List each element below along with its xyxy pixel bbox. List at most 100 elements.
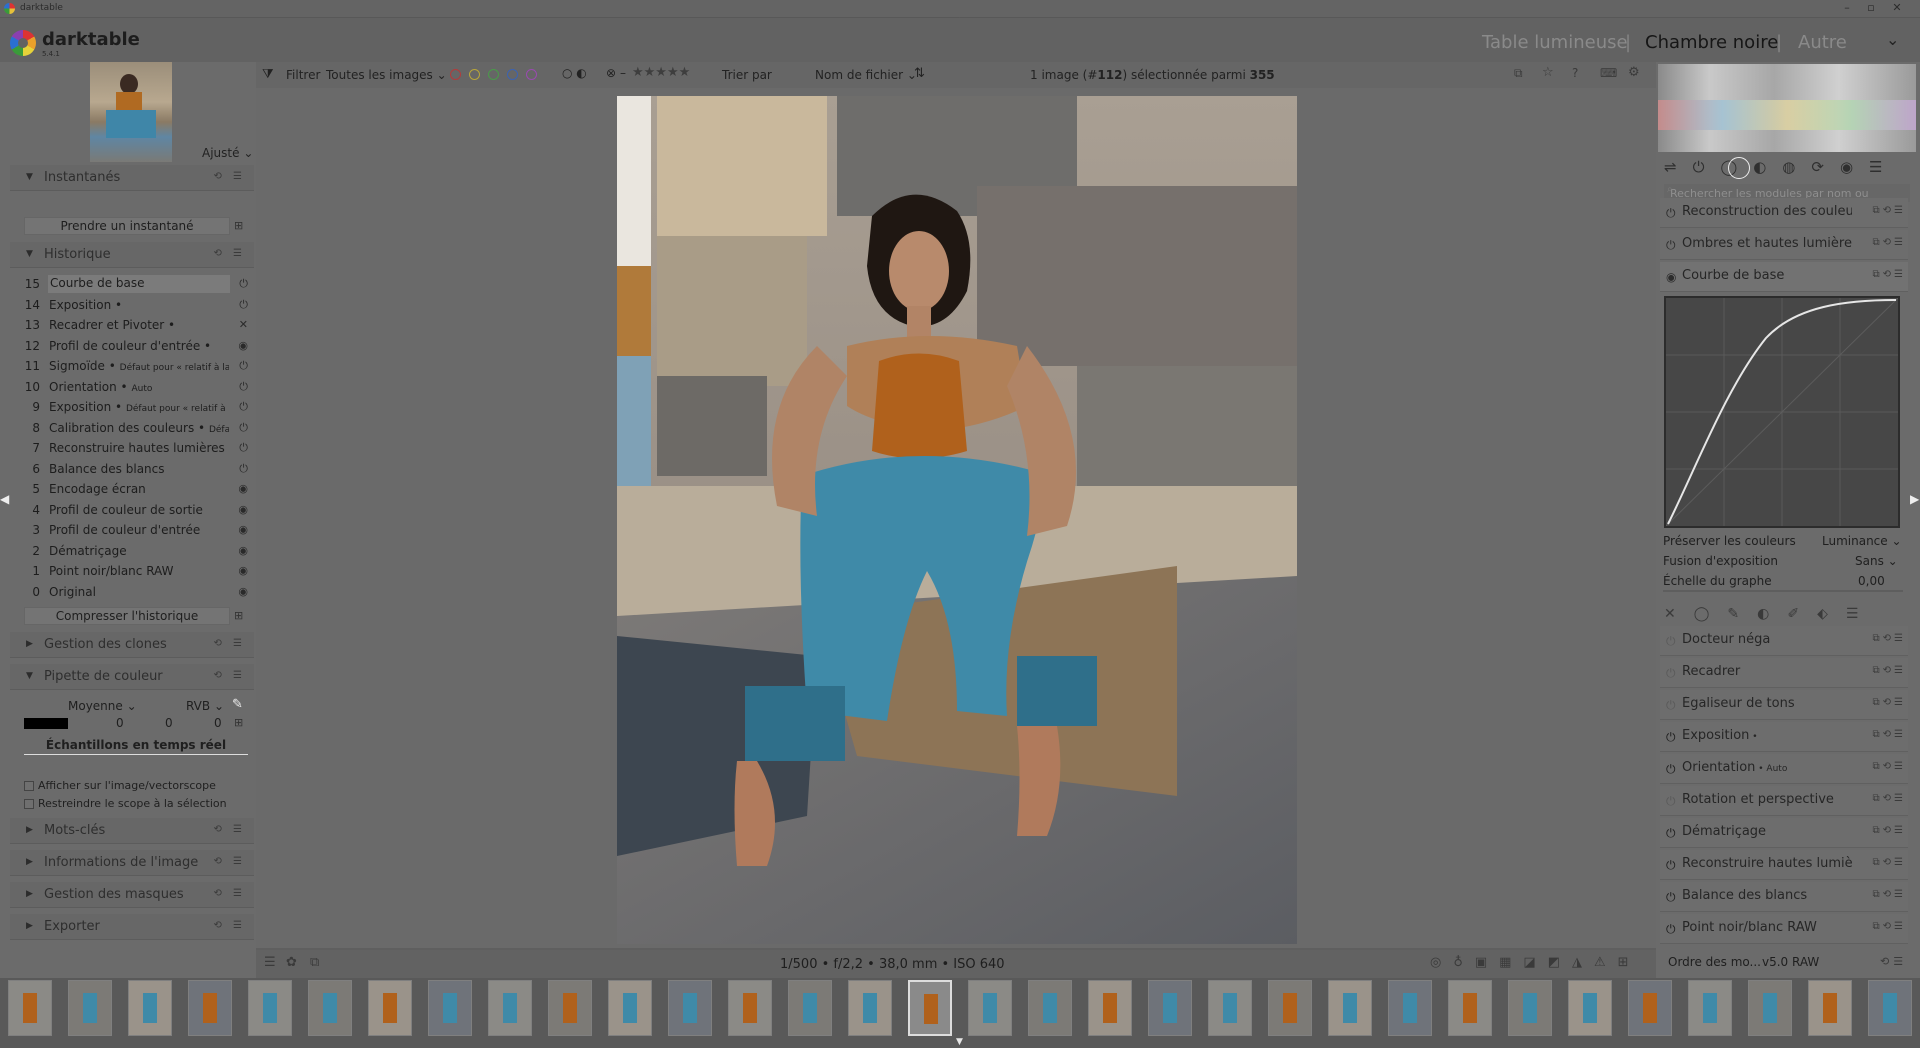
mask-manager-module-header[interactable]: ▶ Gestion des masques ⟲ ☰	[10, 882, 254, 908]
exposure-fusion-select[interactable]: Sans ⌄	[1855, 554, 1898, 568]
filmstrip-thumbnail[interactable]	[968, 980, 1012, 1036]
bottom-panel-toggle-icon[interactable]: ▼	[956, 1037, 963, 1047]
module-actions-icons[interactable]: ⧉⟲☰	[1873, 793, 1906, 804]
filmstrip-thumbnail[interactable]	[188, 980, 232, 1036]
graph-scale-value[interactable]: 0,00	[1858, 574, 1885, 588]
history-item[interactable]: 1 Point noir/blanc RAW ◉	[22, 561, 252, 581]
filmstrip-thumbnail[interactable]	[1268, 980, 1312, 1036]
power-icon[interactable]: ⏻	[1666, 762, 1676, 777]
module-reset-presets-icon[interactable]: ⟲ ☰	[213, 920, 246, 931]
history-item[interactable]: 3 Profil de couleur d'entrée ◉	[22, 520, 252, 540]
history-item[interactable]: 2 Dématriçage ◉	[22, 541, 252, 561]
module-base-curve-header[interactable]: ◉ Courbe de base ⧉⟲☰	[1660, 262, 1908, 292]
module-row[interactable]: ⏻ Égaliseur de tons ⧉⟲☰	[1660, 690, 1908, 720]
quick-access-icon[interactable]: ☰	[264, 955, 276, 970]
filmstrip-thumbnail[interactable]	[128, 980, 172, 1036]
view-tools-icons[interactable]: ◎♁▣▦◪◩◮⚠⊞	[1430, 955, 1641, 970]
filmstrip-thumbnail[interactable]	[428, 980, 472, 1036]
blend-mode-icons[interactable]: ✕◯✎◐✐⬖☰	[1664, 606, 1876, 622]
preferences-gear-icon[interactable]: ⚙	[1628, 65, 1640, 80]
module-actions-icons[interactable]: ⧉⟲☰	[1873, 633, 1906, 644]
module-row[interactable]: ⏻ Docteur néga ⧉⟲☰	[1660, 626, 1908, 656]
history-item[interactable]: 7 Reconstruire hautes lumières ⏻	[22, 438, 252, 458]
power-icon[interactable]: ⏻	[1666, 730, 1676, 745]
image-info-module-header[interactable]: ▶ Informations de l'image ⟲ ☰	[10, 850, 254, 876]
module-row[interactable]: ⏻ Point noir/blanc RAW ⧉⟲☰	[1660, 914, 1908, 944]
module-row[interactable]: ⏻ Exposition • ⧉⟲☰	[1660, 722, 1908, 752]
color-label-filter-icon[interactable]	[450, 69, 461, 80]
module-actions-icons[interactable]: ⧉⟲☰	[1873, 825, 1906, 836]
view-dropdown-icon[interactable]: ⌄	[1886, 30, 1899, 49]
filmstrip-thumbnail[interactable]	[68, 980, 112, 1036]
filmstrip-thumbnail[interactable]	[248, 980, 292, 1036]
history-item[interactable]: 12 Profil de couleur d'entrée • ◉	[22, 336, 252, 356]
module-color-reconstruction[interactable]: ⏻ Reconstruction des couleu... ⧉⟲☰	[1660, 198, 1908, 228]
styles-icon[interactable]: ✿	[286, 955, 297, 970]
filter-select[interactable]: Toutes les images ⌄	[326, 68, 447, 82]
main-image[interactable]	[617, 96, 1297, 944]
power-icon[interactable]: ⏻	[1666, 794, 1676, 809]
module-actions-icons[interactable]: ⧉⟲☰	[1873, 205, 1906, 216]
module-reset-presets-icon[interactable]: ⟲ ☰	[213, 824, 246, 835]
filmstrip-thumbnail[interactable]	[8, 980, 52, 1036]
power-icon[interactable]: ⏻	[1666, 634, 1676, 649]
zoom-selector[interactable]: Ajusté ⌄	[202, 146, 253, 160]
filmstrip-thumbnail[interactable]	[1088, 980, 1132, 1036]
module-actions-icons[interactable]: ⧉⟲☰	[1873, 697, 1906, 708]
history-item[interactable]: 6 Balance des blancs ⏻	[22, 459, 252, 479]
history-item[interactable]: 14 Exposition • ⏻	[22, 295, 252, 315]
module-row[interactable]: ⏻ Reconstruire hautes lumièr... ⧉⟲☰	[1660, 850, 1908, 880]
picker-mode-select[interactable]: Moyenne ⌄	[68, 699, 137, 713]
history-item[interactable]: 9 Exposition • Défaut pour « relatif à la…	[22, 397, 252, 417]
maximize-icon[interactable]: ▫	[1858, 1, 1884, 14]
module-actions-icons[interactable]: ⧉⟲☰	[1873, 237, 1906, 248]
rating-filter-stars[interactable]: ★★★★★	[632, 65, 690, 80]
history-item[interactable]: 8 Calibration des couleurs • Défaut p... ⏻	[22, 418, 252, 438]
filmstrip-thumbnail[interactable]	[1328, 980, 1372, 1036]
close-icon[interactable]: ✕	[1884, 1, 1910, 14]
help-icon[interactable]: ?	[1572, 66, 1578, 80]
history-item[interactable]: 13 Recadrer et Pivoter • ✕	[22, 315, 252, 335]
power-icon[interactable]: ⏻	[1666, 858, 1676, 873]
power-icon[interactable]: ⏻	[1666, 890, 1676, 905]
filmstrip-thumbnail[interactable]	[788, 980, 832, 1036]
filmstrip-thumbnail[interactable]	[368, 980, 412, 1036]
filmstrip-thumbnail[interactable]	[1448, 980, 1492, 1036]
module-row[interactable]: ⏻ Orientation • Auto ⧉⟲☰	[1660, 754, 1908, 784]
color-label-filter-icon[interactable]	[469, 69, 480, 80]
module-group-tabs[interactable]: ⇌⏻◯◐◍⟳◉☰	[1664, 158, 1899, 176]
history-item[interactable]: 0 Original ◉	[22, 582, 252, 602]
export-module-header[interactable]: ▶ Exporter ⟲ ☰	[10, 914, 254, 940]
histogram[interactable]	[1658, 64, 1916, 152]
power-icon[interactable]: ⏻	[1666, 206, 1676, 221]
filmstrip-thumbnail[interactable]	[1208, 980, 1252, 1036]
sort-select[interactable]: Nom de fichier ⌄	[815, 68, 917, 82]
filmstrip-thumbnail[interactable]	[548, 980, 592, 1036]
module-row[interactable]: ⏻ Recadrer ⧉⟲☰	[1660, 658, 1908, 688]
power-icon[interactable]: ⏻	[1666, 826, 1676, 841]
module-actions-icons[interactable]: ⧉⟲☰	[1873, 269, 1906, 280]
show-on-image-option[interactable]: Afficher sur l'image/vectorscope	[24, 779, 216, 792]
history-create-style-icon[interactable]: ⊞	[234, 609, 243, 622]
filmstrip-thumbnail[interactable]	[1388, 980, 1432, 1036]
right-panel-toggle-icon[interactable]: ▶	[1910, 492, 1919, 506]
reject-filter-icon[interactable]: ⊗	[606, 66, 616, 80]
view-lighttable[interactable]: Table lumineuse	[1482, 32, 1628, 53]
color-label-filter-icon[interactable]	[488, 69, 499, 80]
filmstrip-thumbnail[interactable]	[668, 980, 712, 1036]
view-darkroom[interactable]: Chambre noire	[1645, 32, 1778, 53]
filmstrip-thumbnail-selected[interactable]	[908, 980, 952, 1036]
filmstrip-thumbnail[interactable]	[1568, 980, 1612, 1036]
module-reset-presets-icon[interactable]: ⟲ ☰	[213, 171, 246, 182]
power-icon[interactable]: ◉	[1666, 270, 1676, 284]
module-order-value[interactable]: v5.0 RAW	[1762, 955, 1819, 969]
filmstrip-thumbnail[interactable]	[1808, 980, 1852, 1036]
take-snapshot-button[interactable]: Prendre un instantané	[24, 217, 230, 235]
module-order-actions-icon[interactable]: ⟲☰	[1880, 955, 1907, 968]
clones-module-header[interactable]: ▶ Gestion des clones ⟲ ☰	[10, 632, 254, 658]
module-reset-presets-icon[interactable]: ⟲ ☰	[213, 638, 246, 649]
snapshot-shortcut-icon[interactable]: ⊞	[234, 219, 243, 232]
filmstrip-thumbnail[interactable]	[1628, 980, 1672, 1036]
filmstrip-thumbnail[interactable]	[728, 980, 772, 1036]
filmstrip-thumbnail[interactable]	[1868, 980, 1912, 1036]
